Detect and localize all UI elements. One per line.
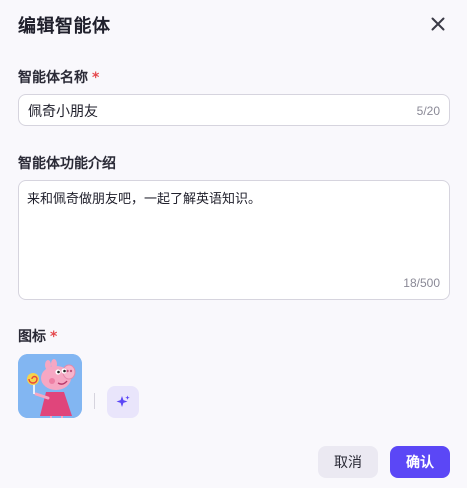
agent-name-input[interactable]: 佩奇小朋友 5/20 bbox=[18, 94, 450, 126]
name-field-label: 智能体名称 * bbox=[18, 67, 99, 87]
icon-divider bbox=[94, 393, 95, 409]
dialog-title: 编辑智能体 bbox=[18, 16, 111, 37]
agent-description-value[interactable]: 来和佩奇做朋友吧，一起了解英语知识。 bbox=[27, 188, 261, 207]
name-label-text: 智能体名称 bbox=[18, 70, 88, 86]
confirm-button[interactable]: 确认 bbox=[390, 446, 450, 478]
required-mark: * bbox=[92, 70, 100, 86]
close-button[interactable] bbox=[428, 14, 448, 34]
agent-name-value[interactable]: 佩奇小朋友 bbox=[28, 101, 98, 121]
desc-field-label: 智能体功能介绍 bbox=[18, 156, 116, 172]
ai-generate-icon-button[interactable] bbox=[107, 386, 139, 418]
icon-field-label: 图标 * bbox=[18, 326, 57, 346]
agent-description-textarea[interactable]: 来和佩奇做朋友吧，一起了解英语知识。 18/500 bbox=[18, 180, 450, 300]
agent-avatar[interactable] bbox=[18, 354, 82, 418]
name-char-counter: 5/20 bbox=[416, 104, 440, 118]
cancel-button[interactable]: 取消 bbox=[318, 446, 378, 478]
close-icon bbox=[431, 17, 445, 31]
required-mark: * bbox=[50, 329, 58, 345]
peppa-pig-avatar-image bbox=[18, 354, 82, 418]
edit-agent-dialog: 编辑智能体 智能体名称 * 佩奇小朋友 5/20 智能体功能介绍 来和佩奇做朋友吧… bbox=[0, 0, 467, 488]
desc-char-counter: 18/500 bbox=[403, 276, 440, 290]
sparkle-icon bbox=[116, 395, 130, 407]
icon-label-text: 图标 bbox=[18, 329, 46, 345]
